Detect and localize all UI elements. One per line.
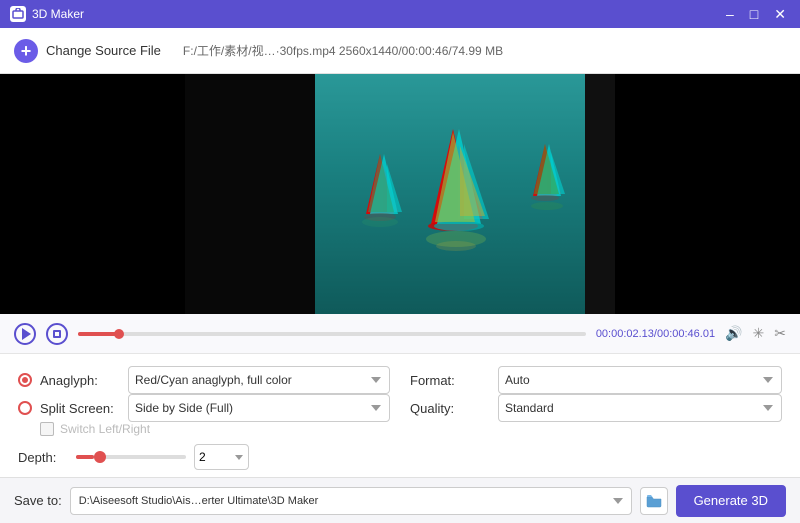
- depth-slider[interactable]: [76, 455, 186, 459]
- format-row: Format: Auto MP4 MKV AVI: [410, 366, 782, 394]
- progress-fill: [78, 332, 119, 336]
- depth-label: Depth:: [18, 450, 68, 465]
- change-source-label: Change Source File: [46, 43, 161, 58]
- app-title: 3D Maker: [32, 7, 84, 21]
- volume-icon[interactable]: 🔊: [725, 325, 742, 342]
- toolbar: + Change Source File F:/工作/素材/视…·30fps.m…: [0, 28, 800, 74]
- time-display: 00:00:02.13/00:00:46.01: [596, 328, 715, 340]
- playback-bar: 00:00:02.13/00:00:46.01 🔊 ✳ ✂: [0, 314, 800, 354]
- bottom-bar: Save to: D:\Aiseesoft Studio\Ais…erter U…: [0, 477, 800, 523]
- progress-track[interactable]: [78, 332, 586, 336]
- anaglyph-radio[interactable]: [18, 373, 32, 387]
- split-screen-radio[interactable]: [18, 401, 32, 415]
- app-icon: [10, 6, 26, 22]
- switch-lr-row: Switch Left/Right: [18, 422, 390, 436]
- anaglyph-label: Anaglyph:: [40, 373, 120, 388]
- split-screen-select[interactable]: Side by Side (Full) Side by Side (Half) …: [128, 394, 390, 422]
- depth-row: Depth: 1 2 3 4 5: [18, 444, 390, 470]
- switch-lr-checkbox[interactable]: [40, 422, 54, 436]
- switch-lr-label: Switch Left/Right: [60, 422, 150, 436]
- quality-select[interactable]: Standard High Low: [498, 394, 782, 422]
- change-source-button[interactable]: + Change Source File: [14, 39, 161, 63]
- anaglyph-row: Anaglyph: Red/Cyan anaglyph, full color …: [18, 366, 390, 394]
- quality-row: Quality: Standard High Low: [410, 394, 782, 422]
- quality-label: Quality:: [410, 401, 490, 416]
- video-preview: [185, 74, 615, 314]
- depth-fill: [76, 455, 94, 459]
- split-screen-row: Split Screen: Side by Side (Full) Side b…: [18, 394, 390, 422]
- title-bar-left: 3D Maker: [10, 6, 84, 22]
- play-icon: [22, 328, 31, 340]
- plus-icon: +: [14, 39, 38, 63]
- anaglyph-select[interactable]: Red/Cyan anaglyph, full color Red/Cyan a…: [128, 366, 390, 394]
- settings-right: Format: Auto MP4 MKV AVI Quality: Standa…: [410, 366, 782, 470]
- play-button[interactable]: [14, 323, 36, 345]
- stop-button[interactable]: [46, 323, 68, 345]
- settings-area: Anaglyph: Red/Cyan anaglyph, full color …: [0, 354, 800, 480]
- progress-thumb: [114, 329, 124, 339]
- playback-icons: 🔊 ✳ ✂: [725, 325, 786, 342]
- cut-icon[interactable]: ✂: [774, 325, 786, 342]
- close-button[interactable]: ✕: [770, 7, 790, 21]
- folder-browse-button[interactable]: [640, 487, 668, 515]
- generate-3d-button[interactable]: Generate 3D: [676, 485, 786, 517]
- format-label: Format:: [410, 373, 490, 388]
- format-select[interactable]: Auto MP4 MKV AVI: [498, 366, 782, 394]
- video-area: [0, 74, 800, 314]
- save-to-label: Save to:: [14, 493, 62, 508]
- settings-icon[interactable]: ✳: [753, 325, 765, 342]
- depth-select[interactable]: 1 2 3 4 5: [194, 444, 249, 470]
- title-bar: 3D Maker – □ ✕: [0, 0, 800, 28]
- maximize-button[interactable]: □: [746, 7, 762, 21]
- window-controls: – □ ✕: [722, 7, 790, 21]
- minimize-button[interactable]: –: [722, 7, 738, 21]
- stop-icon: [53, 330, 61, 338]
- save-path-select[interactable]: D:\Aiseesoft Studio\Ais…erter Ultimate\3…: [70, 487, 632, 515]
- depth-thumb: [94, 451, 106, 463]
- file-info: F:/工作/素材/视…·30fps.mp4 2560x1440/00:00:46…: [183, 42, 503, 59]
- split-screen-label: Split Screen:: [40, 401, 120, 416]
- settings-left: Anaglyph: Red/Cyan anaglyph, full color …: [18, 366, 390, 470]
